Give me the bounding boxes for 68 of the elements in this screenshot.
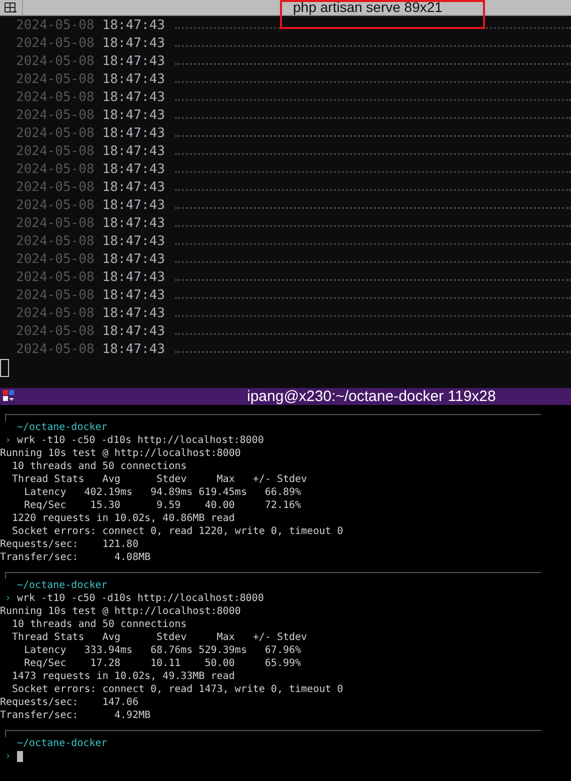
log-date: 2024-05-08 xyxy=(16,144,94,158)
log-date: 2024-05-08 xyxy=(16,126,94,140)
prompt-symbol: › xyxy=(4,592,12,605)
log-time: 18:47:43 xyxy=(102,288,165,302)
command-text: wrk -t10 -c50 -d10s http://localhost:8000 xyxy=(17,592,264,605)
log-time: 18:47:43 xyxy=(102,90,165,104)
log-time: 18:47:43 xyxy=(102,324,165,338)
output-line: Latency 333.94ms 68.76ms 529.39ms 67.96% xyxy=(23,644,302,657)
log-time: 18:47:43 xyxy=(102,54,165,68)
log-date: 2024-05-08 xyxy=(16,18,94,32)
log-time: 18:47:43 xyxy=(102,216,165,230)
log-time: 18:47:43 xyxy=(102,108,165,122)
log-time: 18:47:43 xyxy=(102,270,165,284)
output-line: 10 threads and 50 connections xyxy=(11,460,188,473)
command-text: wrk -t10 -c50 -d10s http://localhost:8000 xyxy=(17,434,264,447)
log-date: 2024-05-08 xyxy=(16,90,94,104)
log-date: 2024-05-08 xyxy=(16,288,94,302)
log-date: 2024-05-08 xyxy=(16,198,94,212)
log-time: 18:47:43 xyxy=(102,198,165,212)
terminal-cursor xyxy=(0,359,9,377)
log-date: 2024-05-08 xyxy=(16,324,94,338)
directory-path: ~/octane-docker xyxy=(17,421,108,434)
log-time: 18:47:43 xyxy=(102,18,165,32)
window-title: php artisan serve 89x21 xyxy=(293,0,442,15)
output-line: Running 10s test @ http://localhost:8000 xyxy=(0,605,242,618)
log-date: 2024-05-08 xyxy=(16,234,94,248)
log-time: 18:47:43 xyxy=(102,36,165,50)
output-line: Requests/sec: 147.06 xyxy=(0,696,140,709)
output-line: Running 10s test @ http://localhost:8000 xyxy=(0,447,242,460)
log-date: 2024-05-08 xyxy=(16,270,94,284)
log-time: 18:47:43 xyxy=(102,162,165,176)
prompt-symbol: › xyxy=(4,750,12,763)
log-time: 18:47:43 xyxy=(102,144,165,158)
log-time: 18:47:43 xyxy=(102,306,165,320)
output-line: Requests/sec: 121.80 xyxy=(0,538,140,551)
log-time: 18:47:43 xyxy=(102,342,165,356)
output-line: Thread Stats Avg Stdev Max +/- Stdev xyxy=(11,473,308,486)
log-date: 2024-05-08 xyxy=(16,252,94,266)
directory-path: ~/octane-docker xyxy=(17,579,108,592)
terminal-cursor xyxy=(17,751,23,762)
log-date: 2024-05-08 xyxy=(16,108,94,122)
log-date: 2024-05-08 xyxy=(16,36,94,50)
output-line: 1473 requests in 10.02s, 49.33MB read xyxy=(11,670,236,683)
log-time: 18:47:43 xyxy=(102,180,165,194)
output-line: Socket errors: connect 0, read 1220, write 0, timeout 0 xyxy=(11,525,344,538)
log-time: 18:47:43 xyxy=(102,252,165,266)
log-date: 2024-05-08 xyxy=(16,306,94,320)
log-date: 2024-05-08 xyxy=(16,216,94,230)
output-line: Transfer/sec: 4.92MB xyxy=(0,709,152,722)
output-line: Thread Stats Avg Stdev Max +/- Stdev xyxy=(11,631,308,644)
output-line: Latency 402.19ms 94.89ms 619.45ms 66.89% xyxy=(23,486,302,499)
log-date: 2024-05-08 xyxy=(16,342,94,356)
log-time: 18:47:43 xyxy=(102,126,165,140)
output-line: Socket errors: connect 0, read 1473, write 0, timeout 0 xyxy=(11,683,344,696)
output-line: 1220 requests in 10.02s, 40.86MB read xyxy=(11,512,236,525)
prompt-symbol: › xyxy=(4,434,12,447)
output-line: 10 threads and 50 connections xyxy=(11,618,188,631)
log-date: 2024-05-08 xyxy=(16,180,94,194)
output-line: Req/Sec 17.28 10.11 50.00 65.99% xyxy=(23,657,302,670)
directory-path: ~/octane-docker xyxy=(17,737,108,750)
log-time: 18:47:43 xyxy=(102,72,165,86)
log-date: 2024-05-08 xyxy=(16,54,94,68)
log-time: 18:47:43 xyxy=(102,234,165,248)
window-title: ipang@x230:~/octane-docker 119x28 xyxy=(247,388,496,405)
output-line: Req/Sec 15.30 9.59 40.00 72.16% xyxy=(23,499,302,512)
output-line: Transfer/sec: 4.08MB xyxy=(0,551,152,564)
log-date: 2024-05-08 xyxy=(16,72,94,86)
log-date: 2024-05-08 xyxy=(16,162,94,176)
